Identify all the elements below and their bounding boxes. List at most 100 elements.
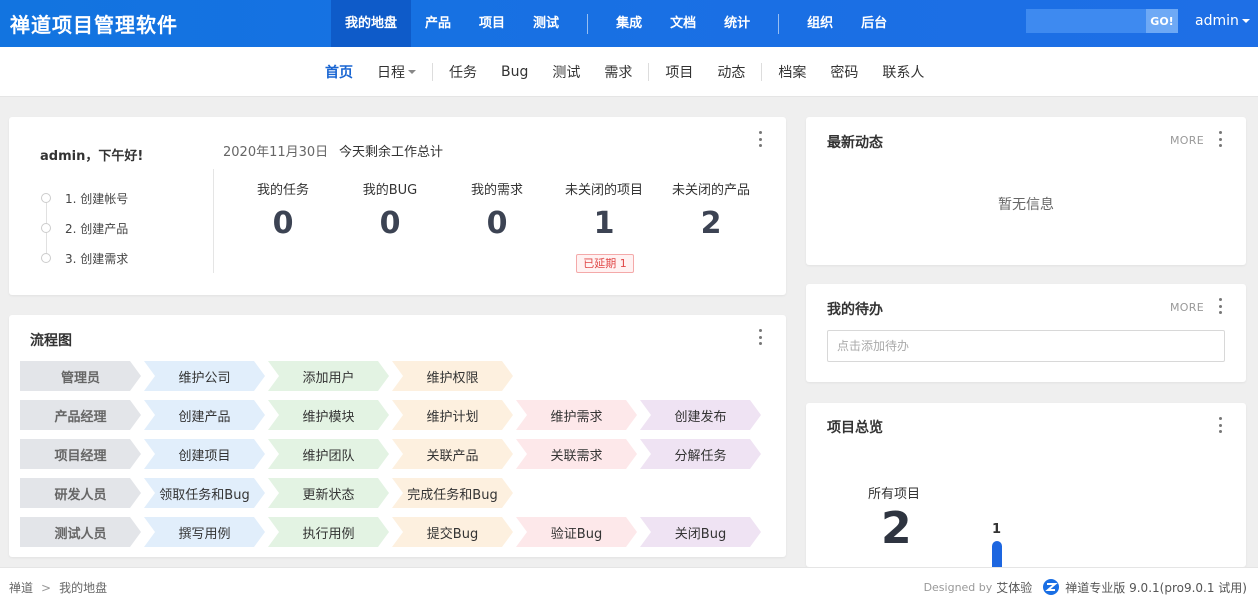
subnav-task[interactable]: 任务 xyxy=(437,62,489,82)
more-link[interactable]: MORE xyxy=(1170,301,1204,314)
flow-step[interactable]: 维护公司 xyxy=(144,361,265,391)
latest-dynamics-panel: 最新动态 MORE 暂无信息 xyxy=(806,117,1246,265)
more-menu-icon[interactable] xyxy=(759,329,763,345)
flow-step[interactable]: 完成任务和Bug xyxy=(392,478,513,508)
subnav-calendar[interactable]: 日程 xyxy=(365,62,428,82)
subnav-profile[interactable]: 档案 xyxy=(766,62,818,82)
step-label: 2. 创建产品 xyxy=(65,221,129,236)
subnav-contacts[interactable]: 联系人 xyxy=(870,62,936,82)
flow-step[interactable]: 撰写用例 xyxy=(144,517,265,547)
nav-doc[interactable]: 文档 xyxy=(656,0,710,47)
greeting: admin，下午好! xyxy=(40,149,144,164)
stat-label: 未关闭的产品 xyxy=(671,183,750,198)
flow-step[interactable]: 添加用户 xyxy=(268,361,389,391)
more-menu-icon[interactable] xyxy=(1219,417,1223,433)
chevron-down-icon xyxy=(408,70,416,74)
project-overview-panel: 项目总览 所有项目 2 1 xyxy=(806,403,1246,567)
subnav-label: 首页 xyxy=(325,65,353,81)
all-projects-count[interactable]: 2 xyxy=(881,503,912,554)
more-link[interactable]: MORE xyxy=(1170,134,1204,147)
flow-step[interactable]: 维护需求 xyxy=(516,400,637,430)
flow-step[interactable]: 创建发布 xyxy=(640,400,761,430)
nav-divider xyxy=(778,13,780,34)
stat-label: 我的需求 xyxy=(470,183,523,198)
breadcrumb-separator-icon: > xyxy=(41,580,52,595)
step-label: 3. 创建需求 xyxy=(65,251,129,266)
nav-org[interactable]: 组织 xyxy=(793,0,847,47)
flow-role-label: 管理员 xyxy=(20,361,141,391)
subnav-label: 档案 xyxy=(778,65,807,81)
subnav-label: 联系人 xyxy=(882,65,925,81)
flow-step[interactable]: 创建产品 xyxy=(144,400,265,430)
nav-my-dashboard[interactable]: 我的地盘 xyxy=(331,0,412,47)
subnav-project[interactable]: 项目 xyxy=(653,62,705,82)
subnav-divider xyxy=(648,63,650,81)
empty-message: 暂无信息 xyxy=(998,197,1054,213)
flow-step[interactable]: 验证Bug xyxy=(516,517,637,547)
subnav-bug[interactable]: Bug xyxy=(489,64,540,80)
step-create-account[interactable]: 1. 创建帐号 xyxy=(41,183,128,213)
subnav-story[interactable]: 需求 xyxy=(592,62,644,82)
flow-step[interactable]: 领取任务和Bug xyxy=(144,478,265,508)
subnav-dynamic[interactable]: 动态 xyxy=(705,62,757,82)
breadcrumb-current[interactable]: 我的地盘 xyxy=(59,579,107,596)
step-create-story[interactable]: 3. 创建需求 xyxy=(41,243,128,273)
flow-step[interactable]: 维护权限 xyxy=(392,361,513,391)
search-go-button[interactable]: GO! xyxy=(1146,9,1178,33)
flow-step[interactable]: 创建项目 xyxy=(144,439,265,469)
step-create-product[interactable]: 2. 创建产品 xyxy=(41,213,128,243)
breadcrumb-home[interactable]: 禅道 xyxy=(9,579,33,596)
summary-label: 今天剩余工作总计 xyxy=(339,145,444,160)
footer: 禅道 > 我的地盘 Designed by 艾体验 禅道专业版 9.0.1(pr… xyxy=(0,567,1258,601)
flow-step[interactable]: 维护模块 xyxy=(268,400,389,430)
step-dot-icon xyxy=(41,223,51,233)
stat-value[interactable]: 1 xyxy=(549,206,659,241)
step-label: 1. 创建帐号 xyxy=(65,191,129,206)
my-todo-panel: 我的待办 MORE xyxy=(806,284,1246,382)
subnav-password[interactable]: 密码 xyxy=(818,62,870,82)
flow-step[interactable]: 维护团队 xyxy=(268,439,389,469)
all-projects-label: 所有项目 xyxy=(868,487,921,502)
flow-step[interactable]: 提交Bug xyxy=(392,517,513,547)
flowchart-panel: 流程图 管理员 维护公司 添加用户 维护权限 产品经理 创建产品 维护模块 维护计划 维护需求创… xyxy=(9,315,786,557)
version-link[interactable]: 禅道专业版 9.0.1(pro9.0.1 试用) xyxy=(1065,579,1247,596)
chevron-down-icon xyxy=(1241,19,1250,23)
search-input[interactable] xyxy=(1026,9,1146,33)
nav-admin[interactable]: 后台 xyxy=(847,0,901,47)
stat-value[interactable]: 0 xyxy=(442,206,552,241)
subnav-test[interactable]: 测试 xyxy=(540,62,592,82)
app-title[interactable]: 禅道项目管理软件 xyxy=(10,9,178,38)
nav-test[interactable]: 测试 xyxy=(519,0,573,47)
designer-link[interactable]: 艾体验 xyxy=(996,579,1032,596)
more-menu-icon[interactable] xyxy=(1219,131,1223,147)
stat-label: 我的BUG xyxy=(362,183,418,198)
more-menu-icon[interactable] xyxy=(759,131,763,147)
user-menu[interactable]: admin xyxy=(1195,13,1250,29)
subnav-home[interactable]: 首页 xyxy=(313,62,365,82)
flow-step[interactable]: 更新状态 xyxy=(268,478,389,508)
flow-step[interactable]: 关联需求 xyxy=(516,439,637,469)
flow-step[interactable]: 维护计划 xyxy=(392,400,513,430)
subnav-label: 需求 xyxy=(604,65,633,81)
zentao-logo-icon xyxy=(1043,579,1060,595)
flow-step[interactable]: 关联产品 xyxy=(392,439,513,469)
delayed-badge[interactable]: 已延期 1 xyxy=(576,254,634,273)
flow-step[interactable]: 分解任务 xyxy=(640,439,761,469)
subnav-label: 项目 xyxy=(665,65,694,81)
nav-project[interactable]: 项目 xyxy=(465,0,519,47)
flow-step[interactable]: 关闭Bug xyxy=(640,517,761,547)
more-menu-icon[interactable] xyxy=(1219,298,1223,314)
welcome-panel: admin，下午好! 1. 创建帐号 2. 创建产品 3. 创建需求 2020年… xyxy=(9,117,786,295)
panel-title: 我的待办 xyxy=(827,302,883,318)
stat-open-projects: 未关闭的项目 1 xyxy=(549,179,659,241)
search-box: GO! xyxy=(1026,9,1178,33)
nav-product[interactable]: 产品 xyxy=(411,0,465,47)
summary-date: 2020年11月30日 xyxy=(223,145,329,160)
nav-integration[interactable]: 集成 xyxy=(602,0,656,47)
stat-value[interactable]: 0 xyxy=(228,206,338,241)
add-todo-input[interactable] xyxy=(827,330,1225,362)
stat-value[interactable]: 2 xyxy=(656,206,766,241)
flow-step[interactable]: 执行用例 xyxy=(268,517,389,547)
stat-value[interactable]: 0 xyxy=(335,206,445,241)
nav-report[interactable]: 统计 xyxy=(710,0,764,47)
